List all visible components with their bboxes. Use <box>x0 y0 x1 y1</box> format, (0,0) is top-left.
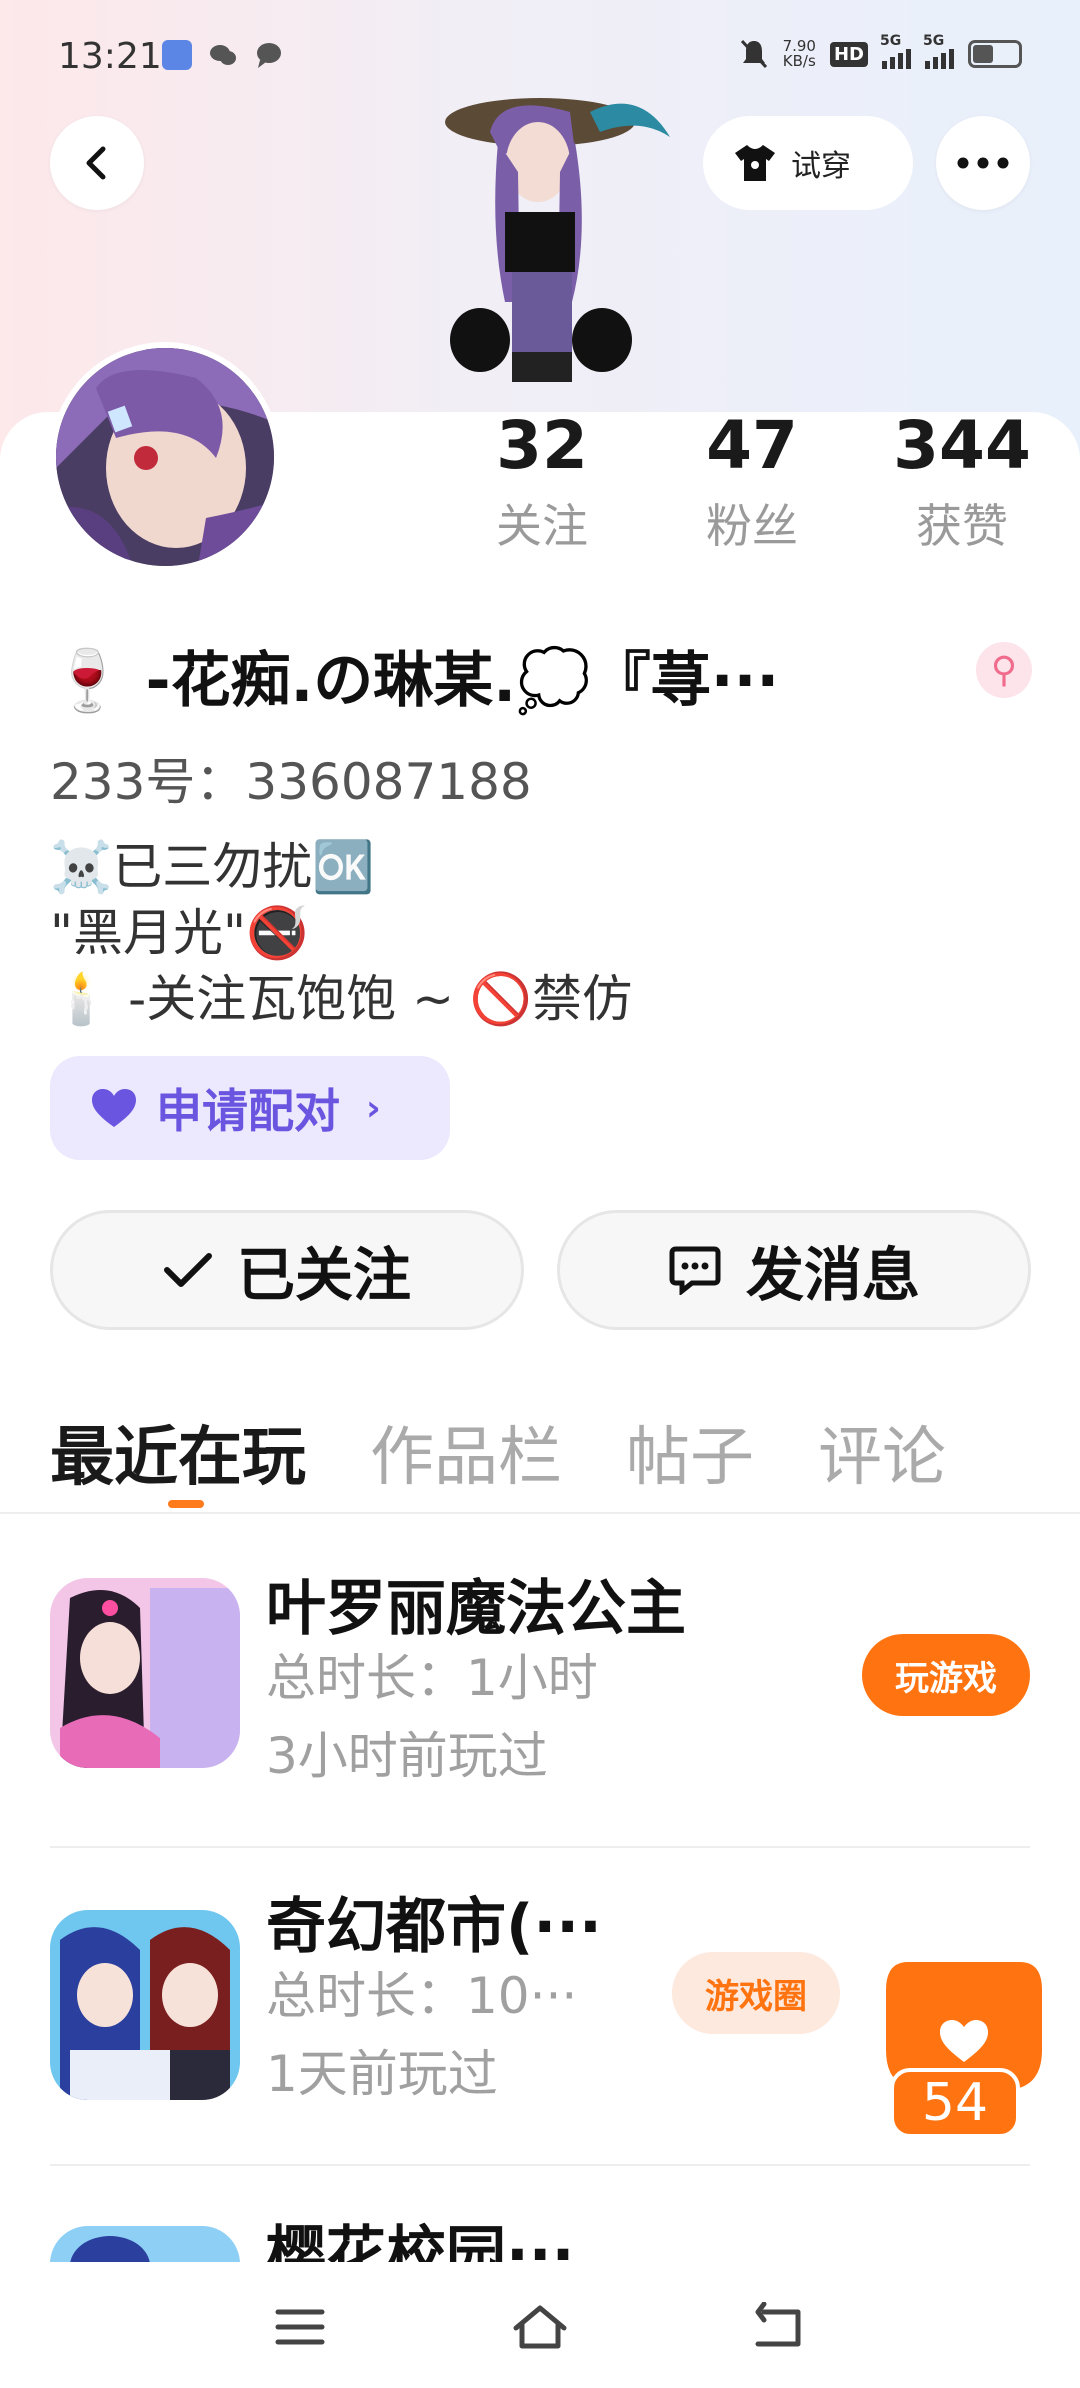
stat-following[interactable]: 32 关注 <box>452 406 632 556</box>
followed-button[interactable]: 已关注 <box>50 1210 524 1330</box>
bio-line: 🕯️ -关注瓦饱饱 ~ 🚫禁仿 <box>50 970 633 1028</box>
tshirt-icon <box>735 145 775 181</box>
bio-line: "黑月光"🚭 <box>50 904 309 962</box>
back-button[interactable] <box>50 116 144 210</box>
bio-line: ☠️已三勿扰🆗 <box>50 838 375 896</box>
status-time: 13:21 <box>58 36 162 77</box>
send-message-button[interactable]: 发消息 <box>557 1210 1031 1330</box>
divider <box>0 1512 1080 1514</box>
apply-pair-label: 申请配对 <box>156 1084 340 1138</box>
wechat-icon <box>208 40 238 70</box>
avatar[interactable] <box>50 342 280 572</box>
mute-bell-icon <box>740 39 767 69</box>
user-id[interactable]: 233号：336087188 <box>50 742 532 814</box>
play-game-button[interactable]: 玩游戏 <box>862 1634 1030 1716</box>
tab-works[interactable]: 作品栏 <box>370 1406 562 1498</box>
message-bubble-icon <box>254 40 284 70</box>
play-duration: 总时长：10··· <box>266 1967 578 2025</box>
heart-icon <box>92 1089 136 1127</box>
tab-posts[interactable]: 帖子 <box>626 1406 754 1498</box>
hd-badge: HD <box>829 41 868 67</box>
more-dots-icon <box>957 157 1009 169</box>
stat-likes[interactable]: 344 获赞 <box>872 406 1052 556</box>
chevron-right-icon: › <box>366 1087 381 1129</box>
home-icon[interactable] <box>510 2302 570 2352</box>
game-icon <box>50 1578 240 1768</box>
stat-followers[interactable]: 47 粉丝 <box>662 406 842 556</box>
like-count: 54 <box>890 2068 1020 2138</box>
battery-icon <box>968 40 1022 68</box>
net-speed: 7.90 KB/s <box>782 37 816 70</box>
menu-icon[interactable] <box>270 2302 330 2352</box>
send-message-label: 发消息 <box>745 1241 920 1309</box>
check-icon <box>163 1253 212 1287</box>
active-tab-indicator <box>168 1500 204 1508</box>
camera-app-icon <box>162 40 192 70</box>
game-title: 叶罗丽魔法公主 <box>266 1574 686 1644</box>
profile-tabs: 最近在玩 作品栏 帖子 评论 <box>50 1406 946 1498</box>
system-navigation-bar <box>0 2262 1080 2388</box>
list-item[interactable]: 樱花校园··· <box>0 2166 1080 2262</box>
bio: ☠️已三勿扰🆗 "黑月光"🚭 🕯️ -关注瓦饱饱 ~ 🚫禁仿 <box>50 834 632 1032</box>
likes-label: 获赞 <box>916 499 1008 553</box>
signal-sim2-icon: 5G <box>923 33 954 69</box>
game-title: 樱花校园··· <box>266 2220 575 2262</box>
game-circle-button[interactable]: 游戏圈 <box>672 1952 840 2034</box>
tab-comments[interactable]: 评论 <box>818 1406 946 1498</box>
following-count: 32 <box>496 407 588 484</box>
last-played: 3小时前玩过 <box>266 1727 548 1785</box>
followed-label: 已关注 <box>236 1241 411 1309</box>
gender-female-icon: ⚲ <box>976 642 1032 698</box>
list-item[interactable]: 叶罗丽魔法公主 总时长：1小时 3小时前玩过 玩游戏 <box>0 1530 1080 1848</box>
try-on-button[interactable]: 试穿 <box>703 116 913 210</box>
signal-sim1-icon: 5G <box>880 33 911 69</box>
followers-label: 粉丝 <box>706 499 798 553</box>
last-played: 1天前玩过 <box>266 2045 498 2103</box>
try-on-label: 试穿 <box>791 149 851 184</box>
back-arrow-icon <box>86 146 106 180</box>
following-label: 关注 <box>496 499 588 553</box>
play-duration: 总时长：1小时 <box>266 1649 598 1707</box>
likes-count: 344 <box>893 407 1031 484</box>
apply-pair-button[interactable]: 申请配对 › <box>50 1056 450 1160</box>
back-nav-icon[interactable] <box>750 2302 810 2352</box>
game-icon <box>50 2226 240 2262</box>
chat-bubble-icon <box>669 1246 721 1295</box>
tab-recently-playing[interactable]: 最近在玩 <box>50 1406 306 1498</box>
more-options-button[interactable] <box>936 116 1030 210</box>
nickname: 🍷 -花痴.の琳某.💭『荨··· <box>50 646 780 716</box>
dressup-character-image <box>400 92 680 412</box>
game-icon <box>50 1910 240 2100</box>
followers-count: 47 <box>706 407 798 484</box>
game-title: 奇幻都市(··· <box>266 1892 602 1962</box>
